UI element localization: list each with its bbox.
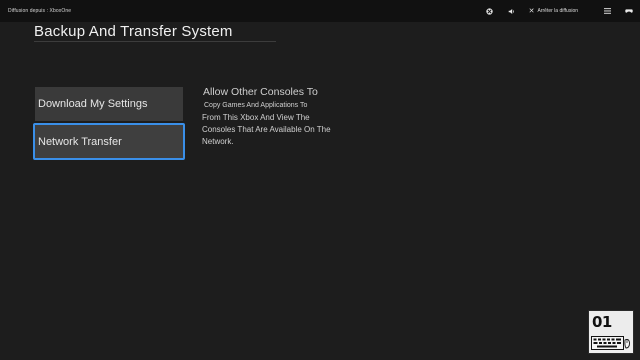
menu-icon[interactable] [602,6,612,16]
menu-item-network-transfer[interactable]: Network Transfer [33,123,185,160]
stop-streaming-label: Arrêter la diffusion [537,8,578,14]
xbox-icon[interactable] [485,6,495,16]
console-screen: Backup And Transfer System Download My S… [0,22,640,360]
01net-logo: 01 [588,310,634,354]
menu-item-download-settings[interactable]: Download My Settings [35,87,183,121]
menu-item-label: Network Transfer [38,135,122,148]
close-icon: ✕ [528,7,535,15]
menu-item-label: Download My Settings [38,98,148,110]
volume-icon[interactable] [507,6,517,16]
stop-streaming-button[interactable]: ✕ Arrêter la diffusion [529,8,578,15]
window-titlebar: Diffusion depuis : XboxOne ✕ Arrêter la … [0,0,640,22]
description-line: Consoles That Are Available On The [202,125,331,134]
description-line: Copy Games And Applications To [204,102,308,109]
description-heading: Allow Other Consoles To [203,86,318,98]
window-title: Diffusion depuis : XboxOne [8,8,72,14]
description-line: Network. [202,137,234,146]
controller-icon[interactable] [624,6,634,16]
title-divider [34,41,276,42]
keyboard-icon [591,336,630,350]
description-line: From This Xbox And View The [202,113,310,122]
description-body: Copy Games And Applications To From This… [202,100,352,148]
watermark-text: 01 [592,313,612,331]
page-title: Backup And Transfer System [34,23,233,40]
